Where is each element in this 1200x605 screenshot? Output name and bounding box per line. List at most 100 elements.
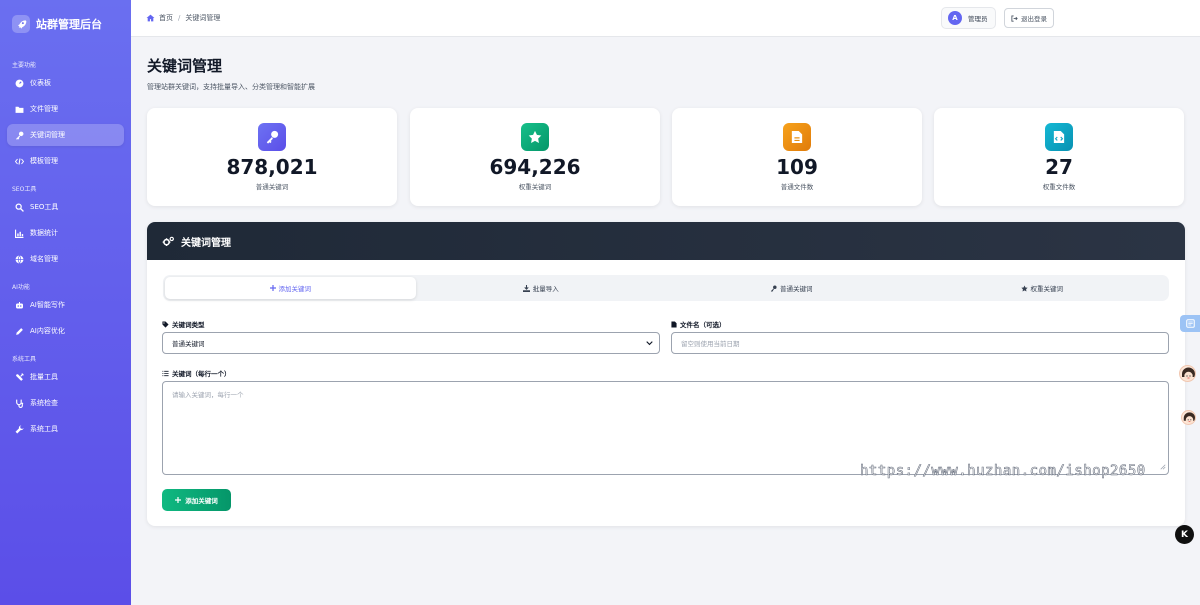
key-icon bbox=[15, 131, 24, 140]
download-icon bbox=[522, 284, 530, 292]
filename-label-text: 文件名（可选） bbox=[680, 321, 726, 329]
pen-icon bbox=[15, 327, 24, 336]
sidebar-item-label: SEO工具 bbox=[30, 203, 59, 211]
sidebar-item-keywords[interactable]: 关键词管理 bbox=[7, 124, 124, 146]
stat-value: 694,226 bbox=[489, 155, 581, 179]
plus-icon bbox=[175, 497, 182, 503]
filename-label: 文件名（可选） bbox=[671, 319, 726, 329]
float-k-button[interactable]: K bbox=[1175, 525, 1194, 544]
tags-icon bbox=[162, 320, 169, 328]
sidebar-item-label: 关键词管理 bbox=[30, 131, 65, 139]
key-icon bbox=[258, 123, 286, 151]
panel-title: 关键词管理 bbox=[181, 237, 231, 249]
breadcrumb-home[interactable]: 首页 bbox=[159, 13, 173, 23]
keyword-type-label: 关键词类型 bbox=[162, 319, 205, 329]
robot-icon bbox=[15, 301, 24, 310]
avatar: A bbox=[948, 11, 962, 25]
keywords-label-text: 关键词（每行一个） bbox=[172, 370, 231, 378]
brand[interactable]: 站群管理后台 bbox=[0, 0, 131, 48]
sidebar-item-label: AI内容优化 bbox=[30, 327, 65, 335]
sidebar-item-system-check[interactable]: 系统检查 bbox=[7, 392, 124, 414]
sidebar-item-label: 数据统计 bbox=[30, 229, 58, 237]
sidebar-item-label: AI智能写作 bbox=[30, 301, 65, 309]
breadcrumb-current: 关键词管理 bbox=[185, 14, 221, 22]
page-subtitle: 管理站群关键词，支持批量导入、分类管理和智能扩展 bbox=[147, 83, 315, 91]
brand-title: 站群管理后台 bbox=[36, 18, 102, 31]
logout-button[interactable]: 退出登录 bbox=[1004, 8, 1054, 28]
sidebar-item-ai-optimize[interactable]: AI内容优化 bbox=[7, 320, 124, 342]
tab-label: 批量导入 bbox=[532, 285, 559, 293]
wrench-icon bbox=[15, 425, 24, 434]
tab-label: 添加关键词 bbox=[278, 285, 312, 293]
stethoscope-icon bbox=[15, 399, 24, 408]
key-icon bbox=[770, 284, 777, 292]
keywords-label: 关键词（每行一个） bbox=[162, 368, 231, 378]
tools-icon bbox=[15, 372, 24, 382]
tab-normal-keywords[interactable]: 普通关键词 bbox=[666, 277, 917, 299]
support-avatar-icon-2[interactable] bbox=[1181, 410, 1196, 425]
file-code-icon bbox=[1045, 123, 1073, 151]
file-icon bbox=[671, 321, 677, 328]
keyword-type-select[interactable]: 普通关键词 bbox=[162, 332, 660, 354]
plus-icon bbox=[269, 285, 276, 291]
stat-value: 878,021 bbox=[226, 155, 318, 179]
sidebar-item-label: 系统工具 bbox=[30, 425, 58, 433]
tab-label: 权重关键词 bbox=[1030, 285, 1064, 293]
panel-header: 关键词管理 bbox=[147, 222, 1185, 260]
section-seo-label: SEO工具 bbox=[12, 186, 37, 193]
user-menu[interactable]: A 管理员 bbox=[941, 7, 996, 29]
globe-icon bbox=[15, 254, 24, 264]
logout-icon bbox=[1011, 14, 1018, 22]
section-main-label: 主要功能 bbox=[12, 62, 37, 69]
keyword-panel: 关键词管理 添加关键词 批量导入 普通关键词 权重关键词 关键词类型 普通关键词… bbox=[147, 222, 1185, 526]
tab-add-keyword[interactable]: 添加关键词 bbox=[165, 277, 416, 299]
user-name: 管理员 bbox=[968, 15, 988, 23]
resize-handle[interactable] bbox=[1160, 464, 1166, 472]
float-side-tab[interactable] bbox=[1180, 315, 1200, 332]
stat-label: 权重关键词 bbox=[518, 183, 552, 191]
stat-label: 普通关键词 bbox=[255, 183, 289, 191]
stat-card-weighted-files: 27 权重文件数 bbox=[934, 108, 1184, 206]
support-avatar-icon[interactable] bbox=[1179, 365, 1196, 382]
tab-weighted-keywords[interactable]: 权重关键词 bbox=[917, 277, 1168, 299]
filename-input[interactable]: 留空则使用当前日期 bbox=[671, 332, 1169, 354]
search-icon bbox=[15, 203, 24, 212]
stat-label: 普通文件数 bbox=[780, 183, 814, 191]
tab-batch-import[interactable]: 批量导入 bbox=[416, 277, 667, 299]
star-icon bbox=[1020, 284, 1028, 292]
dashboard-icon bbox=[15, 79, 24, 88]
star-icon bbox=[521, 123, 549, 151]
sidebar-item-system-tools[interactable]: 系统工具 bbox=[7, 418, 124, 440]
sidebar-item-templates[interactable]: 模板管理 bbox=[7, 150, 124, 172]
chevron-down-icon bbox=[646, 340, 653, 348]
watermark: https://www.huzhan.com/ishop2650 bbox=[860, 463, 1146, 480]
sidebar-item-dashboard[interactable]: 仪表板 bbox=[7, 72, 124, 94]
sidebar-item-files[interactable]: 文件管理 bbox=[7, 98, 124, 120]
folder-icon bbox=[15, 105, 24, 114]
keywords-textarea[interactable]: 请输入关键词，每行一个 bbox=[162, 381, 1169, 475]
sidebar-item-label: 模板管理 bbox=[30, 157, 58, 165]
breadcrumb: 首页 / 关键词管理 bbox=[146, 13, 220, 23]
stat-value: 27 bbox=[1045, 155, 1073, 179]
list-icon bbox=[162, 370, 169, 377]
breadcrumb-separator: / bbox=[178, 14, 181, 22]
home-icon[interactable] bbox=[146, 14, 155, 22]
sidebar-item-label: 系统检查 bbox=[30, 399, 58, 407]
sidebar: 站群管理后台 主要功能 仪表板 文件管理 关键词管理 模板管理 SEO工具 SE… bbox=[0, 0, 131, 605]
add-keyword-button[interactable]: 添加关键词 bbox=[162, 489, 231, 511]
page-title: 关键词管理 bbox=[147, 57, 223, 75]
add-keyword-label: 添加关键词 bbox=[185, 497, 218, 505]
sidebar-item-batch-tools[interactable]: 批量工具 bbox=[7, 366, 124, 388]
sidebar-item-domains[interactable]: 域名管理 bbox=[7, 248, 124, 270]
sidebar-item-seo-tools[interactable]: SEO工具 bbox=[7, 196, 124, 218]
rocket-icon bbox=[12, 15, 30, 33]
logout-label: 退出登录 bbox=[1021, 15, 1047, 23]
sidebar-item-ai-writing[interactable]: AI智能写作 bbox=[7, 294, 124, 316]
sidebar-item-label: 文件管理 bbox=[30, 105, 58, 113]
stat-card-normal-files: 109 普通文件数 bbox=[672, 108, 922, 206]
stat-value: 109 bbox=[776, 155, 818, 179]
section-ai-label: AI功能 bbox=[12, 284, 30, 291]
sidebar-item-statistics[interactable]: 数据统计 bbox=[7, 222, 124, 244]
stat-label: 权重文件数 bbox=[1042, 183, 1076, 191]
keyword-tabs: 添加关键词 批量导入 普通关键词 权重关键词 bbox=[163, 275, 1169, 301]
